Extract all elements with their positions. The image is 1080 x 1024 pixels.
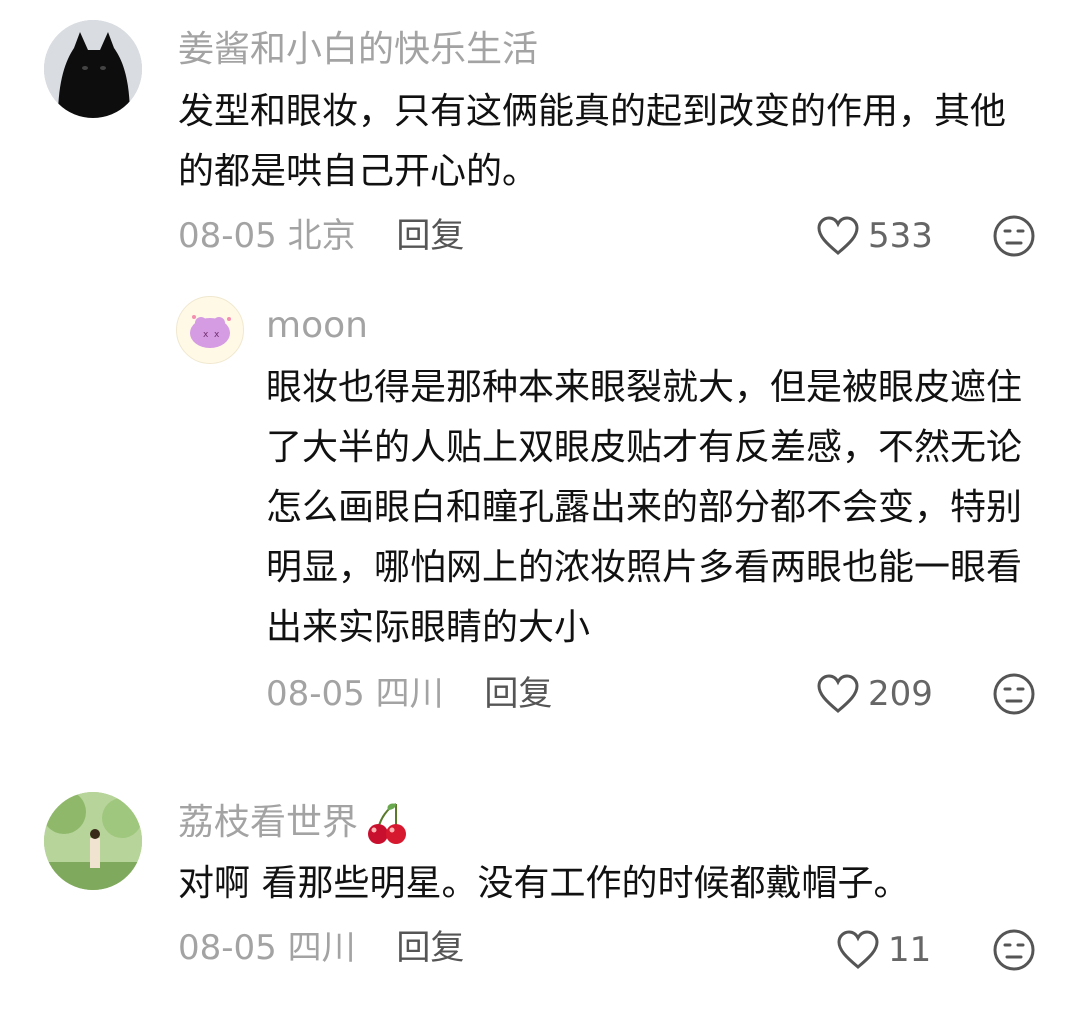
reply-item: x x moon 眼妆也得是那种本来眼裂就大，但是被眼皮遮住了大半的人贴上双眼皮… bbox=[0, 280, 1080, 740]
forest-scene-avatar[interactable] bbox=[44, 792, 142, 890]
comment-location: 北京 bbox=[287, 216, 356, 256]
comment-item: 姜酱和小白的快乐生活 发型和眼妆，只有这俩能真的起到改变的作用，其他的都是哄自己… bbox=[0, 0, 1080, 280]
like-count: 11 bbox=[888, 930, 932, 970]
reply-location: 四川 bbox=[375, 674, 444, 714]
reply-meta: 08-05 四川 回复 bbox=[266, 674, 552, 714]
reply-button[interactable]: 回复 bbox=[396, 928, 464, 968]
neutral-face-icon[interactable] bbox=[992, 214, 1036, 258]
neutral-face-icon[interactable] bbox=[992, 928, 1036, 972]
comment-list: 姜酱和小白的快乐生活 发型和眼妆，只有这俩能真的起到改变的作用，其他的都是哄自己… bbox=[0, 0, 1080, 1024]
reply-username[interactable]: moon bbox=[266, 304, 368, 348]
pink-cartoon-avatar[interactable]: x x bbox=[176, 296, 244, 364]
cherry-icon bbox=[368, 803, 407, 844]
comment-item: 荔枝看世界 对啊 看那些明星。没有工作的时候都戴帽子。 08-05 四川 回复 … bbox=[0, 780, 1080, 1024]
comment-text: 对啊 看那些明星。没有工作的时候都戴帽子。 bbox=[178, 863, 910, 904]
reply-text: 眼妆也得是那种本来眼裂就大，但是被眼皮遮住了大半的人贴上双眼皮贴才有反差感，不然… bbox=[266, 367, 1023, 648]
heart-outline-icon bbox=[817, 216, 859, 255]
comment-username[interactable]: 姜酱和小白的快乐生活 bbox=[178, 28, 538, 72]
neutral-face-icon[interactable] bbox=[992, 672, 1036, 716]
comment-text: 发型和眼妆，只有这俩能真的起到改变的作用，其他的都是哄自己开心的。 bbox=[178, 91, 1007, 192]
reply-button[interactable]: 回复 bbox=[484, 674, 552, 714]
reply-button[interactable]: 回复 bbox=[396, 216, 464, 256]
svg-text:x: x bbox=[203, 330, 209, 340]
like-count: 209 bbox=[868, 674, 933, 714]
username-text: 荔枝看世界 bbox=[178, 802, 359, 843]
comment-meta: 08-05 四川 回复 bbox=[178, 928, 464, 968]
like-button[interactable]: 11 bbox=[836, 930, 931, 970]
comment-date: 08-05 bbox=[178, 928, 277, 968]
reply-date: 08-05 bbox=[266, 674, 365, 714]
comment-location: 四川 bbox=[287, 928, 356, 968]
comment-meta: 08-05 北京 回复 bbox=[178, 216, 464, 256]
like-button[interactable]: 533 bbox=[816, 216, 933, 256]
like-count: 533 bbox=[868, 216, 933, 256]
comment-date: 08-05 bbox=[178, 216, 277, 256]
heart-outline-icon bbox=[837, 930, 879, 969]
svg-text:x: x bbox=[214, 330, 220, 340]
comment-username[interactable]: 荔枝看世界 bbox=[178, 800, 410, 846]
heart-outline-icon bbox=[817, 674, 859, 713]
black-cat-avatar[interactable] bbox=[44, 20, 142, 118]
like-button[interactable]: 209 bbox=[816, 674, 933, 714]
